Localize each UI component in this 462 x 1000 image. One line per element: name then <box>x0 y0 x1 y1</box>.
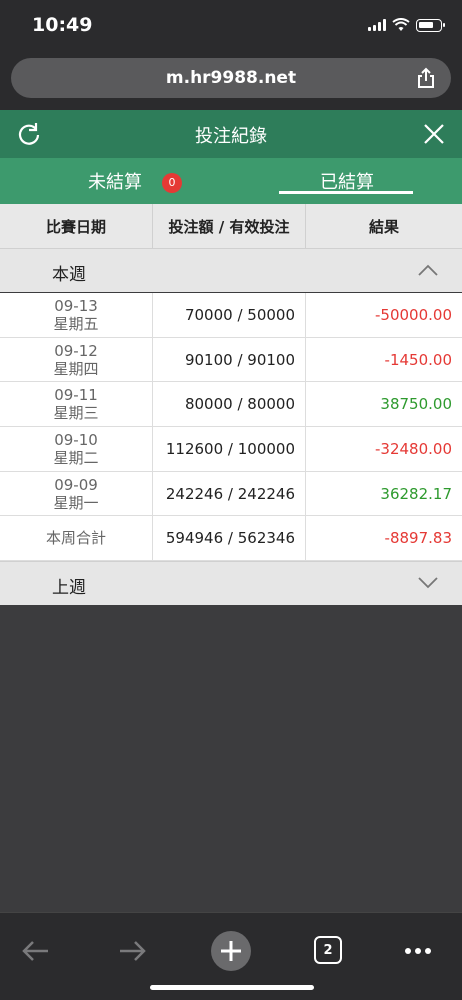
weekday-value: 星期二 <box>53 448 99 467</box>
clock: 10:49 <box>32 14 93 36</box>
weekday-value: 星期五 <box>53 314 99 333</box>
result-cell: 38750.00 <box>380 395 452 414</box>
date-value: 09-12 <box>54 341 98 360</box>
weekday-value: 星期四 <box>53 359 99 378</box>
column-header-result: 結果 <box>368 217 399 236</box>
bet-records-list: 09-13 星期五 70000 / 50000 -50000.00 09-12 … <box>0 293 462 562</box>
address-bar-area: m.hr9988.net <box>0 52 462 110</box>
table-row[interactable]: 09-11 星期三 80000 / 80000 38750.00 <box>0 382 462 428</box>
this-week-toggle[interactable]: 本週 <box>0 248 462 292</box>
date-cell: 09-12 星期四 <box>0 337 153 382</box>
back-icon[interactable] <box>18 933 54 969</box>
result-cell: -32480.00 <box>375 439 452 458</box>
amount-cell: 80000 / 80000 <box>153 382 306 427</box>
table-header: 比賽日期 投注額 / 有效投注 結果 <box>0 204 462 248</box>
app-header: 投注紀錄 <box>0 110 462 158</box>
tab-count: 2 <box>323 942 333 958</box>
battery-icon <box>416 18 445 32</box>
status-icons <box>368 18 445 32</box>
this-week-label: 本週 <box>52 265 86 285</box>
status-bar: 10:49 <box>0 0 462 52</box>
table-row[interactable]: 09-10 星期二 112600 / 100000 -32480.00 <box>0 427 462 472</box>
home-indicator <box>150 985 314 990</box>
close-icon[interactable] <box>422 122 446 146</box>
table-row[interactable]: 09-12 星期四 90100 / 90100 -1450.00 <box>0 337 462 383</box>
share-icon[interactable] <box>415 67 437 89</box>
page-title: 投注紀錄 <box>195 126 267 147</box>
date-cell: 09-11 星期三 <box>0 382 153 427</box>
result-cell: -50000.00 <box>375 305 452 324</box>
date-value: 09-10 <box>54 430 98 449</box>
total-row: 本周合計 594946 / 562346 -8897.83 <box>0 516 462 562</box>
tabs-button[interactable]: 2 <box>314 936 342 964</box>
more-options-icon[interactable] <box>400 933 436 969</box>
amount-cell: 90100 / 90100 <box>153 337 306 382</box>
forward-icon[interactable] <box>114 933 150 969</box>
wifi-icon <box>392 18 410 31</box>
chevron-up-icon <box>418 264 438 276</box>
table-row[interactable]: 09-09 星期一 242246 / 242246 36282.17 <box>0 471 462 517</box>
total-amount-cell: 594946 / 562346 <box>153 516 306 561</box>
date-cell: 09-10 星期二 <box>0 427 153 471</box>
new-tab-icon[interactable] <box>210 930 252 972</box>
amount-cell: 242246 / 242246 <box>153 471 306 516</box>
tab-unsettled[interactable]: 未結算 <box>88 168 142 194</box>
column-header-amount: 投注額 / 有效投注 <box>153 204 306 248</box>
result-cell: 36282.17 <box>380 484 452 503</box>
signal-icon <box>368 19 386 31</box>
amount-cell: 112600 / 100000 <box>153 427 306 471</box>
result-cell: -1450.00 <box>384 350 452 369</box>
tab-bar: 未結算 0 已結算 <box>0 158 462 204</box>
url-text: m.hr9988.net <box>165 68 297 88</box>
date-value: 09-11 <box>54 386 98 405</box>
chevron-down-icon <box>418 577 438 589</box>
weekday-value: 星期三 <box>53 404 99 423</box>
last-week-label: 上週 <box>52 578 86 598</box>
weekday-value: 星期一 <box>53 493 99 512</box>
unsettled-count-badge: 0 <box>162 173 182 193</box>
date-cell: 09-13 星期五 <box>0 293 153 337</box>
total-result-cell: -8897.83 <box>384 529 452 548</box>
table-row[interactable]: 09-13 星期五 70000 / 50000 -50000.00 <box>0 293 462 338</box>
date-value: 09-13 <box>54 296 98 315</box>
last-week-toggle[interactable]: 上週 <box>0 561 462 605</box>
amount-cell: 70000 / 50000 <box>153 293 306 337</box>
column-header-date: 比賽日期 <box>0 204 153 248</box>
total-label: 本周合計 <box>0 516 153 561</box>
address-bar[interactable]: m.hr9988.net <box>11 58 451 98</box>
active-tab-indicator <box>279 191 413 194</box>
date-cell: 09-09 星期一 <box>0 471 153 516</box>
date-value: 09-09 <box>54 475 98 494</box>
